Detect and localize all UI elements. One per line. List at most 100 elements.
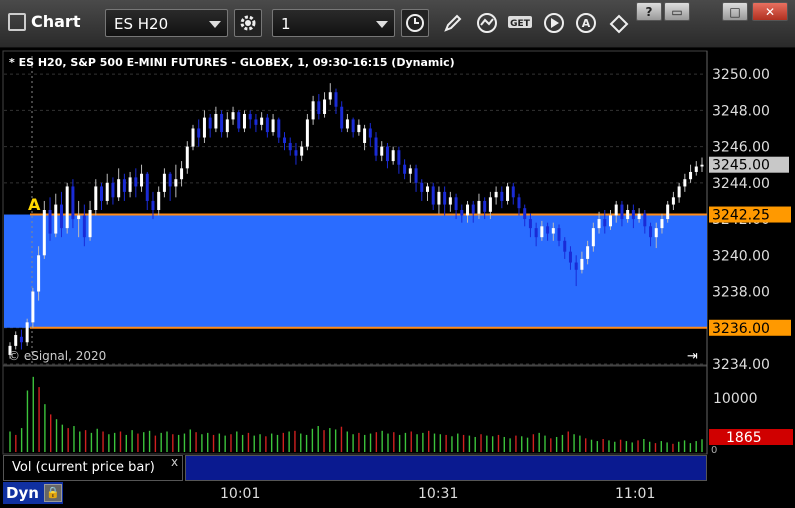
candle-body xyxy=(260,117,264,125)
candle-body xyxy=(357,124,361,133)
candle-body xyxy=(311,101,315,120)
candle-body xyxy=(506,186,510,201)
candle-body xyxy=(202,117,206,138)
help-button[interactable]: ? xyxy=(636,2,662,21)
candle-body xyxy=(700,164,704,167)
candle-body xyxy=(443,191,447,205)
interval-combo[interactable]: 1 xyxy=(272,9,395,37)
candle-body xyxy=(546,226,550,234)
candle-body xyxy=(122,179,126,192)
volume-legend[interactable]: Vol (current price bar) xyxy=(3,455,183,481)
maximize-button[interactable]: □ xyxy=(722,2,748,21)
candle-body xyxy=(340,106,344,129)
candle-body xyxy=(19,336,23,343)
candle-body xyxy=(31,291,35,323)
candle-body xyxy=(517,197,521,209)
zone-bottom-tag: 3236.00 xyxy=(709,319,791,337)
candle-body xyxy=(471,204,475,214)
candle-body xyxy=(448,197,452,205)
svg-text:A: A xyxy=(582,17,591,30)
candle-body xyxy=(608,215,612,227)
candle-body xyxy=(334,92,338,107)
candle-body xyxy=(82,215,86,238)
candle-body xyxy=(231,112,235,120)
price-zone[interactable] xyxy=(4,214,707,328)
candle-body xyxy=(242,113,246,129)
chart-header: * ES H20, S&P 500 E-MINI FUTURES - GLOBE… xyxy=(9,56,455,69)
candle-body xyxy=(649,226,653,238)
copyright: © eSignal, 2020 xyxy=(8,349,106,363)
chart-window: Chart ES H20 1 GET A ? ▭ □ ✕ 3250.00 324… xyxy=(0,0,795,508)
chart-area[interactable]: 3250.003248.003246.003244.003242.003240.… xyxy=(0,48,795,486)
gear-icon[interactable] xyxy=(234,9,262,37)
candle-body xyxy=(483,200,487,212)
candle-body xyxy=(317,101,321,114)
legend-close-icon[interactable]: x xyxy=(171,455,178,469)
svg-text:GET: GET xyxy=(510,19,531,29)
candle-body xyxy=(614,204,618,216)
price-tick-label: 3244.00 xyxy=(712,176,770,192)
candle-body xyxy=(323,99,327,114)
chart-window-icon xyxy=(8,12,26,31)
symbol-value: ES H20 xyxy=(114,15,169,33)
volume-current-tag: 1865 xyxy=(709,429,793,446)
candle-body xyxy=(220,113,224,133)
candle-body xyxy=(363,128,367,143)
candle-body xyxy=(42,210,46,256)
dynamic-status-text: Dyn xyxy=(6,484,39,502)
candle-body xyxy=(71,186,75,220)
chevron-down-icon xyxy=(209,21,221,28)
candle-body xyxy=(408,168,412,174)
candle-body xyxy=(368,128,372,138)
symbol-combo[interactable]: ES H20 xyxy=(105,9,228,37)
candle-body xyxy=(248,113,252,120)
candle-body xyxy=(94,186,98,210)
studies-icon[interactable] xyxy=(473,9,501,37)
candle-body xyxy=(637,213,641,220)
candle-body xyxy=(626,210,630,220)
clock-icon[interactable] xyxy=(401,9,429,37)
alert-icon[interactable]: A xyxy=(572,9,600,37)
candle-body xyxy=(385,146,389,162)
candle-body xyxy=(437,191,441,205)
restore-button[interactable]: ▭ xyxy=(664,2,690,21)
candle-body xyxy=(59,204,63,229)
candle-body xyxy=(391,150,395,162)
candle-body xyxy=(25,322,29,343)
candle-body xyxy=(225,119,229,133)
candle-body xyxy=(654,228,658,238)
chevron-down-icon xyxy=(376,21,388,28)
candle-body xyxy=(677,186,681,198)
candle-body xyxy=(214,113,218,129)
price-tick-label: 3234.00 xyxy=(712,357,770,373)
pencil-icon[interactable] xyxy=(439,9,467,37)
marker-label[interactable]: A xyxy=(28,195,41,214)
candle-body xyxy=(145,173,149,201)
candle-body xyxy=(425,186,429,192)
cursor-icon[interactable] xyxy=(605,9,633,37)
candle-body xyxy=(351,119,355,133)
scroll-right-icon[interactable]: ⇥ xyxy=(687,349,698,364)
candle-body xyxy=(37,255,41,292)
get-icon[interactable]: GET xyxy=(506,9,534,37)
candle-body xyxy=(380,146,384,156)
time-label-3: 11:01 xyxy=(615,486,656,502)
window-title-text: Chart xyxy=(31,12,81,31)
legend-bar xyxy=(185,455,707,481)
price-tick-label: 3248.00 xyxy=(712,103,770,119)
candle-body xyxy=(65,186,69,229)
candle-body xyxy=(528,219,532,229)
play-icon[interactable] xyxy=(540,9,568,37)
close-button[interactable]: ✕ xyxy=(752,2,788,21)
lock-icon[interactable]: 🔒 xyxy=(44,484,62,502)
candle-body xyxy=(694,166,698,172)
candle-body xyxy=(534,228,538,238)
candle-body xyxy=(305,119,309,147)
candle-body xyxy=(511,186,515,198)
candle-body xyxy=(374,137,378,156)
candle-body xyxy=(300,146,304,156)
candle-body xyxy=(488,197,492,212)
candle-body xyxy=(157,191,161,210)
candle-body xyxy=(494,191,498,198)
candle-body xyxy=(591,228,595,247)
